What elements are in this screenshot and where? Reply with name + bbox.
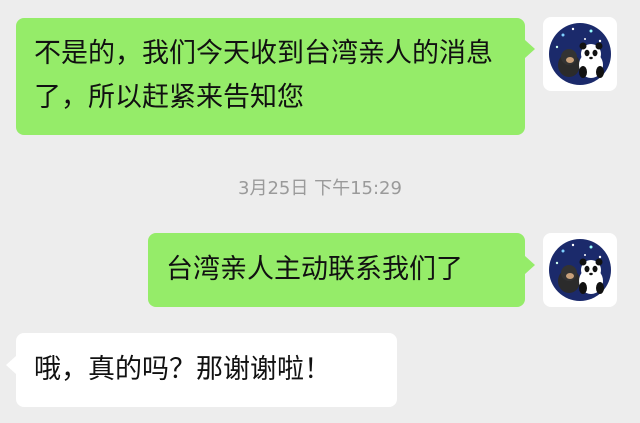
- message-bubble-received[interactable]: 哦，真的吗？那谢谢啦！: [16, 333, 397, 407]
- message-text: 哦，真的吗？那谢谢啦！: [34, 354, 331, 385]
- bubble-tail: [6, 356, 16, 374]
- bubble-tail: [525, 256, 535, 274]
- avatar[interactable]: [543, 233, 617, 307]
- avatar[interactable]: [543, 17, 617, 91]
- panda-avatar-icon: [549, 23, 611, 85]
- message-bubble-sent[interactable]: 不是的，我们今天收到台湾亲人的消息了，所以赶紧来告知您: [16, 18, 525, 135]
- message-bubble-sent[interactable]: 台湾亲人主动联系我们了: [148, 233, 525, 307]
- message-timestamp: 3月25日 下午15:29: [238, 178, 402, 199]
- message-text: 不是的，我们今天收到台湾亲人的消息了，所以赶紧来告知您: [34, 38, 493, 113]
- bubble-tail: [525, 40, 535, 58]
- panda-avatar-icon: [549, 239, 611, 301]
- message-text: 台湾亲人主动联系我们了: [166, 254, 463, 285]
